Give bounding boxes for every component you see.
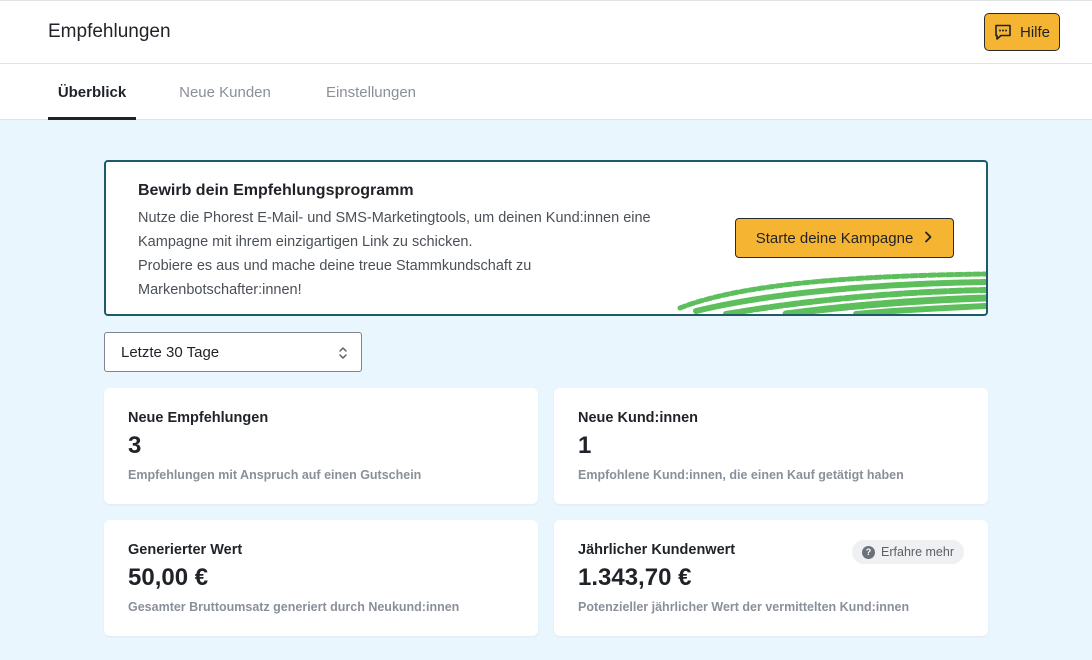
promo-line: Markenbotschafter:innen! [138,282,302,298]
help-button-label: Hilfe [1019,23,1050,41]
stat-subtitle: Empfehlungen mit Anspruch auf einen Guts… [128,468,422,482]
stat-subtitle: Gesamter Bruttoumsatz generiert durch Ne… [128,600,460,614]
promo-banner: Bewirb dein Empfehlungsprogramm Nutze di… [104,160,988,316]
tab-new-customers[interactable]: Neue Kunden [170,64,280,120]
top-bar: Empfehlungen Hilfe [0,0,1092,64]
help-button[interactable]: Hilfe [984,13,1060,51]
stat-value: 1 [578,432,592,459]
chat-icon [994,23,1012,41]
stat-card-new-referrals: Neue Empfehlungen 3 Empfehlungen mit Ans… [104,388,538,504]
stat-subtitle: Empfohlene Kund:innen, die einen Kauf ge… [578,468,904,482]
promo-title: Bewirb dein Empfehlungsprogramm [138,182,414,199]
start-campaign-button[interactable]: Starte deine Kampagne [735,218,954,258]
brush-stroke-decoration [677,271,986,314]
chevron-right-icon [923,230,933,247]
date-range-value: Letzte 30 Tage [121,343,220,361]
stat-value: 50,00 € [128,564,209,591]
date-range-select[interactable]: Letzte 30 Tage [104,332,362,372]
stat-title: Generierter Wert [128,542,243,558]
stat-card-generated-value: Generierter Wert 50,00 € Gesamter Brutto… [104,520,538,636]
learn-more-button[interactable]: ? Erfahre mehr [852,540,964,564]
stat-value: 1.343,70 € [578,564,692,591]
stat-title: Neue Kund:innen [578,410,699,426]
promo-description: Nutze die Phorest E-Mail- und SMS-Market… [138,206,698,302]
stat-title: Neue Empfehlungen [128,410,269,426]
stat-title: Jährlicher Kundenwert [578,542,736,558]
promo-line: Kampagne mit ihrem einzigartigen Link zu… [138,234,473,250]
main-content: Bewirb dein Empfehlungsprogramm Nutze di… [0,120,1092,660]
question-icon: ? [862,545,876,559]
start-campaign-label: Starte deine Kampagne [755,229,914,247]
promo-line: Nutze die Phorest E-Mail- und SMS-Market… [138,210,651,226]
learn-more-label: Erfahre mehr [881,545,954,559]
tab-overview[interactable]: Überblick [48,64,136,121]
chevron-up-down-icon [337,344,349,366]
stat-subtitle: Potenzieller jährlicher Wert der vermitt… [578,600,910,614]
tab-bar: Überblick Neue Kunden Einstellungen [0,64,1092,121]
tab-settings[interactable]: Einstellungen [316,64,426,120]
stat-card-new-customers: Neue Kund:innen 1 Empfohlene Kund:innen,… [554,388,988,504]
page-title: Empfehlungen [48,21,171,42]
stat-card-annual-customer-value: Jährlicher Kundenwert ? Erfahre mehr 1.3… [554,520,988,636]
stat-value: 3 [128,432,142,459]
promo-line: Probiere es aus und mache deine treue St… [138,258,532,274]
